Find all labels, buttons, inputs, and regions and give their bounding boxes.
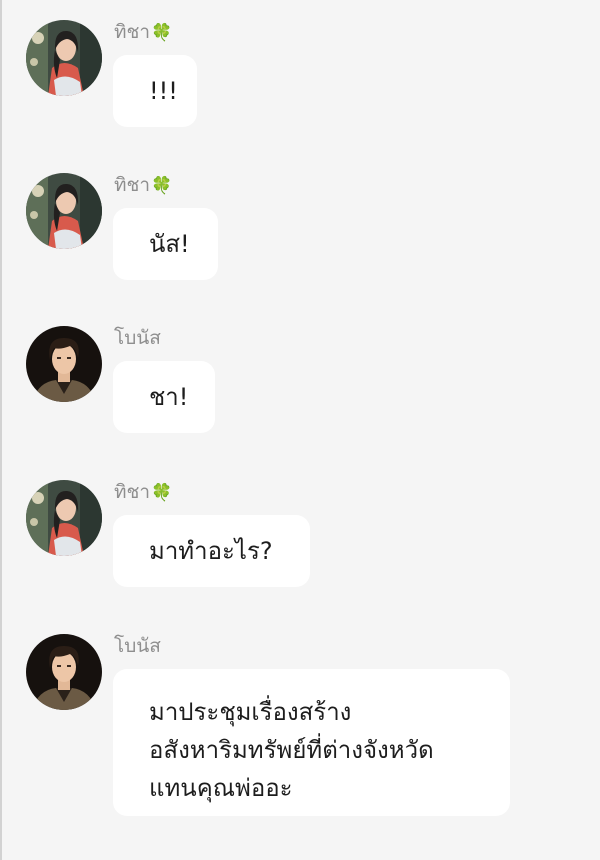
message-bubble[interactable]: !!!: [113, 55, 197, 127]
sender-name: ทิชา🍀: [114, 174, 173, 196]
message-bubble[interactable]: นัส!: [113, 208, 218, 280]
avatar[interactable]: [26, 173, 102, 249]
sender-name: ทิชา🍀: [114, 21, 173, 43]
message-text-line: แทนคุณพ่ออะ: [149, 774, 293, 802]
left-border: [0, 0, 2, 860]
avatar[interactable]: [26, 480, 102, 556]
avatar-ticha: [26, 173, 102, 249]
sender-name: โบนัส: [114, 327, 161, 349]
sender-name: โบนัส: [114, 635, 161, 657]
clover-icon: 🍀: [151, 23, 173, 43]
message-text: นัส!: [149, 230, 190, 258]
message-bubble[interactable]: ชา!: [113, 361, 215, 433]
avatar[interactable]: [26, 20, 102, 96]
message-text: ชา!: [149, 383, 189, 411]
message-text: !!!: [149, 77, 178, 105]
avatar-bonus: [26, 326, 102, 402]
clover-icon: 🍀: [151, 483, 173, 503]
avatar[interactable]: [26, 326, 102, 402]
message-text-line: มาประชุมเรื่องสร้าง: [149, 698, 352, 726]
avatar-ticha: [26, 20, 102, 96]
message-text: มาทำอะไร?: [149, 537, 273, 565]
sender-name: ทิชา🍀: [114, 481, 173, 503]
clover-icon: 🍀: [151, 176, 173, 196]
avatar-bonus: [26, 634, 102, 710]
avatar[interactable]: [26, 634, 102, 710]
message-bubble[interactable]: มาทำอะไร?: [113, 515, 310, 587]
message-bubble[interactable]: มาประชุมเรื่องสร้าง อสังหาริมทรัพย์ที่ต่…: [113, 669, 510, 816]
message-text-line: อสังหาริมทรัพย์ที่ต่างจังหวัด: [149, 736, 434, 764]
avatar-ticha: [26, 480, 102, 556]
